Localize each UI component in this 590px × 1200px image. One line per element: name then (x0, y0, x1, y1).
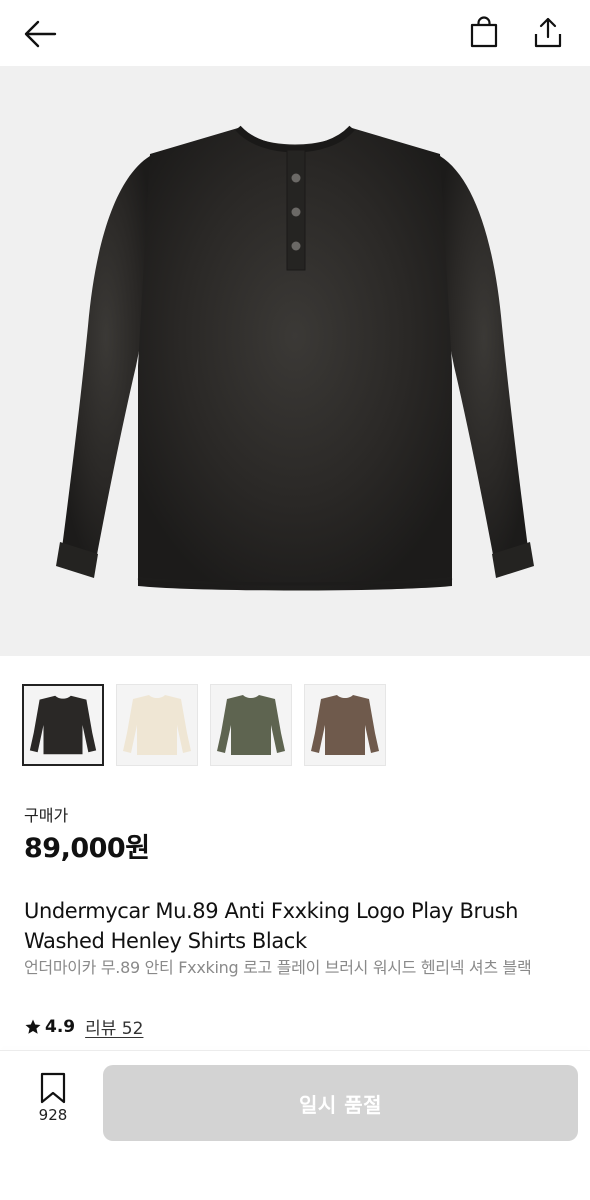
product-title: Undermycar Mu.89 Anti Fxxking Logo Play … (24, 899, 519, 953)
thumbnail-strip (22, 684, 386, 768)
share-icon (534, 17, 562, 48)
product-price: 89,000원 (24, 833, 150, 864)
bottom-bar-divider (0, 1050, 590, 1051)
bookmark-icon (40, 1072, 66, 1104)
thumbnail-brown[interactable] (304, 684, 386, 766)
thumbnail-black[interactable] (22, 684, 104, 766)
share-button[interactable] (528, 12, 568, 52)
review-link[interactable]: 리뷰 52 (85, 1014, 143, 1039)
thumbnail-cream[interactable] (116, 684, 198, 766)
top-bar (0, 0, 590, 66)
product-subtitle: 언더마이카 무.89 안티 Fxxking 로고 플레이 브러시 워시드 헨리넥… (24, 958, 532, 977)
henley-shirt-image (56, 125, 534, 591)
sold-out-button[interactable]: 일시 품절 (103, 1065, 578, 1141)
shopping-bag-button[interactable] (464, 12, 504, 52)
price-label: 구매가 (24, 806, 69, 825)
arrow-left-icon (24, 20, 57, 48)
wishlist-count: 928 (38, 1106, 68, 1124)
star-icon (25, 1019, 41, 1034)
rating-score: 4.9 (45, 1016, 76, 1037)
product-main-image[interactable] (0, 66, 590, 656)
shopping-bag-icon (470, 16, 498, 48)
back-button[interactable] (20, 14, 60, 54)
thumbnail-olive[interactable] (210, 684, 292, 766)
wishlist-button[interactable]: 928 (24, 1072, 82, 1124)
rating-row: 4.9 리뷰 52 (24, 1014, 143, 1039)
